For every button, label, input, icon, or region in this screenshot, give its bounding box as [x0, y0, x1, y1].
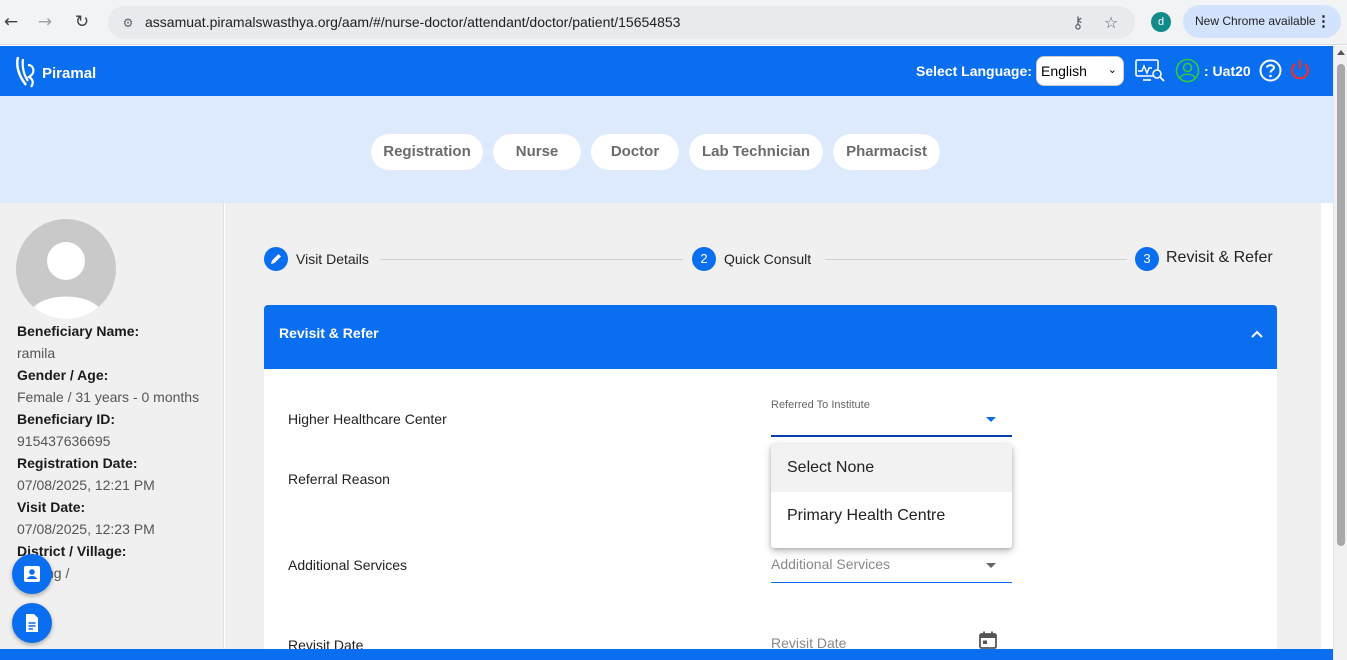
- scrollbar-thumb[interactable]: [1337, 64, 1345, 546]
- step-3-label[interactable]: Revisit & Refer: [1166, 249, 1273, 267]
- tab-nurse[interactable]: Nurse: [493, 134, 581, 170]
- beneficiary-sidebar: Beneficiary Name: ramila Gender / Age: F…: [0, 203, 224, 660]
- address-bar[interactable]: ⚙ assamuat.piramalswasthya.org/aam/#/nur…: [108, 6, 1135, 39]
- step-2-label[interactable]: Quick Consult: [724, 251, 811, 267]
- user-profile-icon[interactable]: [1175, 58, 1200, 83]
- monitor-search-icon[interactable]: [1135, 58, 1165, 84]
- username: : Uat20: [1204, 63, 1251, 79]
- role-tabs-band: Registration Nurse Doctor Lab Technician…: [0, 96, 1333, 203]
- option-primary-health-centre[interactable]: Primary Health Centre: [771, 492, 1012, 540]
- language-label: Select Language:: [916, 63, 1032, 79]
- power-logout-icon[interactable]: [1289, 58, 1311, 82]
- password-key-icon[interactable]: ⚷: [1067, 12, 1089, 34]
- stepper-connector: [380, 259, 683, 260]
- main-content: Visit Details 2 Quick Consult 3 Revisit …: [225, 203, 1321, 660]
- brand-name: Piramal: [42, 65, 97, 82]
- app-header: Piramal Select Language: English ⌄ : Uat…: [0, 46, 1333, 96]
- beneficiary-id-label: Beneficiary ID:: [17, 411, 116, 427]
- avatar: [16, 219, 116, 319]
- tab-lab-technician[interactable]: Lab Technician: [689, 134, 823, 170]
- pencil-icon: [271, 254, 281, 264]
- higher-healthcare-label: Higher Healthcare Center: [288, 411, 447, 427]
- gender-age: Female / 31 years - 0 months: [17, 389, 200, 405]
- back-icon[interactable]: ←: [0, 11, 22, 33]
- site-info-icon[interactable]: ⚙: [118, 13, 138, 33]
- registration-date: 07/08/2025, 12:21 PM: [17, 477, 155, 493]
- field-underline: [771, 582, 1012, 583]
- calendar-icon[interactable]: [978, 630, 998, 650]
- visit-date: 07/08/2025, 12:23 PM: [17, 521, 155, 537]
- browser-toolbar: ← → ↻ ⚙ assamuat.piramalswasthya.org/aam…: [0, 0, 1347, 45]
- gender-age-label: Gender / Age:: [17, 367, 109, 383]
- person-silhouette-icon: [28, 242, 104, 319]
- visit-date-label: Visit Date:: [17, 499, 86, 515]
- referred-to-institute-select[interactable]: Referred To Institute: [771, 399, 1012, 437]
- beneficiary-details-button[interactable]: [12, 554, 52, 594]
- chevron-down-icon: ⌄: [1107, 63, 1117, 76]
- additional-services-label: Additional Services: [288, 557, 408, 573]
- language-value: English: [1041, 63, 1087, 79]
- menu-dots-icon[interactable]: ⋮: [1316, 12, 1331, 30]
- beneficiary-id: 915437636695: [17, 433, 111, 449]
- stepper-connector: [825, 259, 1127, 260]
- bookmark-star-icon[interactable]: ☆: [1100, 12, 1122, 34]
- forward-icon[interactable]: →: [34, 11, 56, 33]
- contact-card-icon: [24, 566, 40, 582]
- reload-icon[interactable]: ↻: [71, 11, 93, 33]
- field-underline: [771, 435, 1012, 437]
- vertical-scrollbar[interactable]: [1333, 46, 1347, 660]
- tab-doctor[interactable]: Doctor: [591, 134, 679, 170]
- profile-avatar[interactable]: d: [1151, 12, 1171, 32]
- revisit-refer-panel-header[interactable]: Revisit & Refer: [264, 305, 1277, 369]
- referral-reason-label: Referral Reason: [288, 471, 390, 487]
- beneficiary-name: ramila: [17, 345, 56, 361]
- tab-pharmacist[interactable]: Pharmacist: [833, 134, 940, 170]
- piramal-logo-icon: [16, 56, 35, 88]
- option-select-none[interactable]: Select None: [771, 444, 1012, 492]
- document-icon: [26, 614, 38, 632]
- dropdown-caret-icon: [986, 417, 996, 422]
- registration-date-label: Registration Date:: [17, 455, 138, 471]
- referred-to-dropdown-panel: Select None Primary Health Centre: [771, 444, 1012, 548]
- step-1-circle[interactable]: [264, 247, 288, 271]
- case-sheet-button[interactable]: [12, 603, 52, 643]
- dropdown-caret-icon: [986, 563, 996, 568]
- step-1-label[interactable]: Visit Details: [296, 251, 369, 267]
- additional-services-select[interactable]: Additional Services: [771, 555, 1012, 583]
- scroll-up-icon[interactable]: [1337, 50, 1345, 55]
- step-2-circle[interactable]: 2: [692, 247, 716, 271]
- panel-title: Revisit & Refer: [279, 325, 379, 341]
- beneficiary-name-label: Beneficiary Name:: [17, 323, 140, 339]
- language-select[interactable]: English ⌄: [1036, 56, 1124, 86]
- chevron-up-icon[interactable]: [1249, 326, 1265, 342]
- url-text[interactable]: assamuat.piramalswasthya.org/aam/#/nurse…: [145, 14, 680, 30]
- help-icon[interactable]: [1259, 59, 1282, 82]
- tab-registration[interactable]: Registration: [371, 134, 483, 170]
- additional-services-placeholder: Additional Services: [771, 556, 891, 572]
- chrome-update-button[interactable]: New Chrome available ⋮: [1183, 5, 1341, 38]
- update-label: New Chrome available: [1195, 14, 1316, 28]
- step-3-circle[interactable]: 3: [1135, 247, 1159, 271]
- referred-to-float-label: Referred To Institute: [771, 399, 870, 411]
- bottom-bar: [0, 649, 1333, 660]
